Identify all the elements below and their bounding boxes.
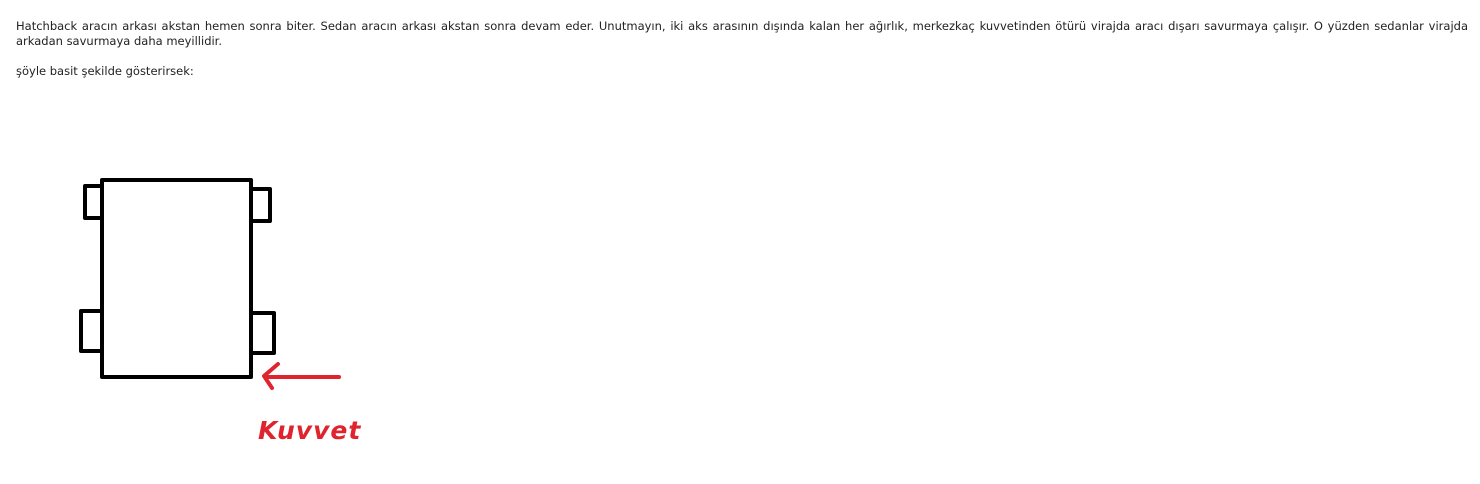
- wheel-rear-left: [79, 309, 104, 353]
- car-body: [100, 178, 253, 379]
- wheel-rear-right: [249, 311, 276, 355]
- wheel-front-right: [249, 187, 272, 223]
- force-arrow: [262, 362, 341, 390]
- wheel-front-left: [83, 184, 104, 220]
- car-force-sketch: Kuvvet: [79, 178, 361, 445]
- force-label: Kuvvet: [258, 416, 361, 445]
- car-body-outline: [79, 178, 276, 379]
